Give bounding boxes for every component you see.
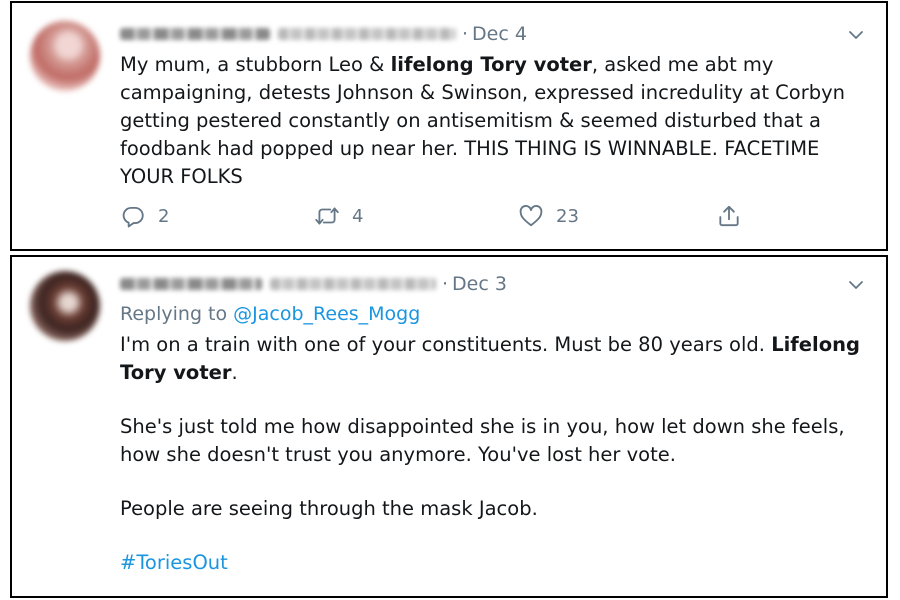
tweet-header: · Dec 4 (120, 21, 527, 47)
avatar[interactable] (30, 21, 100, 91)
like-button[interactable]: 23 (518, 203, 579, 229)
hashtag-link[interactable]: #ToriesOut (120, 551, 228, 574)
tweet-text-part: . (231, 361, 238, 384)
reply-count: 2 (158, 205, 170, 227)
tweet-paragraph: She's just told me how disappointed she … (120, 415, 845, 466)
blurred-display-name[interactable] (120, 28, 270, 40)
tweet-date[interactable]: Dec 3 (452, 273, 507, 295)
separator-dot: · (442, 273, 449, 295)
separator-dot: · (462, 23, 469, 45)
reply-icon (122, 206, 144, 228)
tweet-paragraph: #ToriesOut (120, 549, 860, 577)
blurred-display-name[interactable] (120, 278, 262, 290)
tweet-text-part: I'm on a train with one of your constitu… (120, 333, 772, 356)
blurred-handle[interactable] (278, 28, 456, 40)
like-count: 23 (556, 205, 579, 227)
tweet-paragraph: I'm on a train with one of your constitu… (120, 331, 860, 387)
replying-to-label: Replying to (120, 303, 234, 325)
tweet-card-1[interactable]: · Dec 4 My mum, a stubborn Leo & lifelon… (10, 1, 888, 251)
replying-to: Replying to @Jacob_Rees_Mogg (120, 303, 420, 325)
retweet-count: 4 (352, 205, 364, 227)
tweet-paragraph: People are seeing through the mask Jacob… (120, 497, 538, 520)
reply-button[interactable]: 2 (120, 203, 169, 229)
tweet-text-bold: lifelong Tory voter (390, 53, 592, 76)
tweet-actions: 2 4 23 (120, 203, 760, 237)
share-button[interactable] (716, 203, 742, 229)
tweet-header: · Dec 3 (120, 271, 507, 297)
tweet-text-part: My mum, a stubborn Leo & (120, 53, 391, 76)
mention-link[interactable]: @Jacob_Rees_Mogg (233, 303, 420, 325)
retweet-icon (315, 207, 339, 225)
retweet-button[interactable]: 4 (314, 203, 363, 229)
heart-icon (519, 205, 543, 227)
tweet-text: My mum, a stubborn Leo & lifelong Tory v… (120, 51, 865, 191)
tweet-date[interactable]: Dec 4 (472, 23, 527, 45)
share-icon (719, 205, 739, 227)
avatar[interactable] (30, 271, 100, 341)
tweet-text: I'm on a train with one of your constitu… (120, 331, 860, 577)
tweet-card-2[interactable]: · Dec 3 Replying to @Jacob_Rees_Mogg I'm… (10, 255, 888, 598)
chevron-down-icon[interactable] (846, 275, 866, 295)
blurred-handle[interactable] (270, 278, 436, 290)
chevron-down-icon[interactable] (846, 25, 866, 45)
